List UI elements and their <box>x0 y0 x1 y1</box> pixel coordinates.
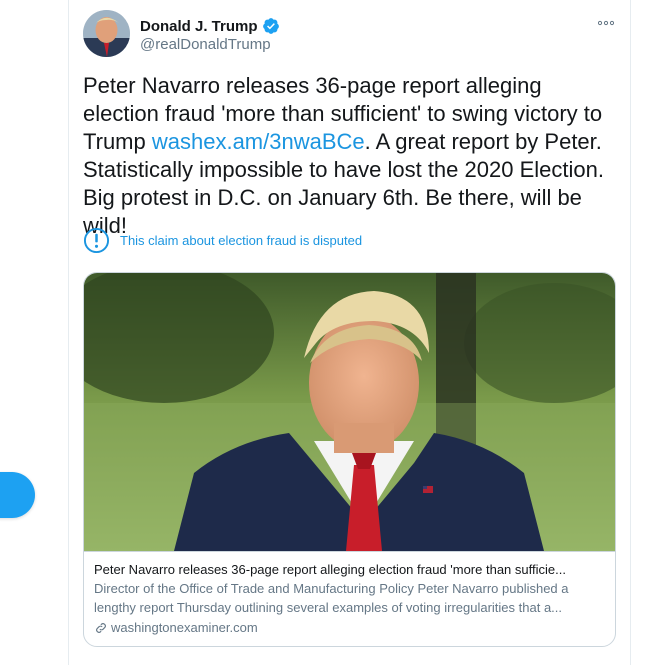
card-photo <box>84 273 615 551</box>
tweet-header: Donald J. Trump @realDonaldTrump <box>83 10 616 60</box>
display-name-row: Donald J. Trump <box>140 16 280 36</box>
card-title[interactable]: Peter Navarro releases 36-page report al… <box>94 560 605 579</box>
avatar[interactable] <box>83 10 130 57</box>
left-nav-background <box>0 0 68 665</box>
card-image[interactable] <box>84 273 615 551</box>
card-domain-row: washingtonexaminer.com <box>94 618 605 637</box>
disputed-claim-text[interactable]: This claim about election fraud is dispu… <box>120 233 362 248</box>
link-chain-icon <box>96 622 106 633</box>
handle[interactable]: @realDonaldTrump <box>140 36 271 53</box>
disputed-claim-label[interactable]: This claim about election fraud is dispu… <box>83 227 362 253</box>
more-dots-icon <box>598 20 614 26</box>
link-preview-card[interactable]: Peter Navarro releases 36-page report al… <box>83 272 616 647</box>
verified-badge-icon <box>262 17 280 35</box>
card-meta[interactable]: Peter Navarro releases 36-page report al… <box>84 551 615 646</box>
card-description: Director of the Office of Trade and Manu… <box>94 581 569 615</box>
tweet-detail: Donald J. Trump @realDonaldTrump Peter N… <box>68 0 631 665</box>
tweet-link[interactable]: washex.am/3nwaBCe <box>152 129 365 154</box>
exclamation-circle-icon <box>83 227 110 253</box>
tweet-text: Peter Navarro releases 36-page report al… <box>83 72 619 240</box>
display-name[interactable]: Donald J. Trump <box>140 18 258 35</box>
avatar-image <box>83 10 130 57</box>
card-domain: washingtonexaminer.com <box>111 620 258 635</box>
more-options-button[interactable] <box>596 16 616 30</box>
